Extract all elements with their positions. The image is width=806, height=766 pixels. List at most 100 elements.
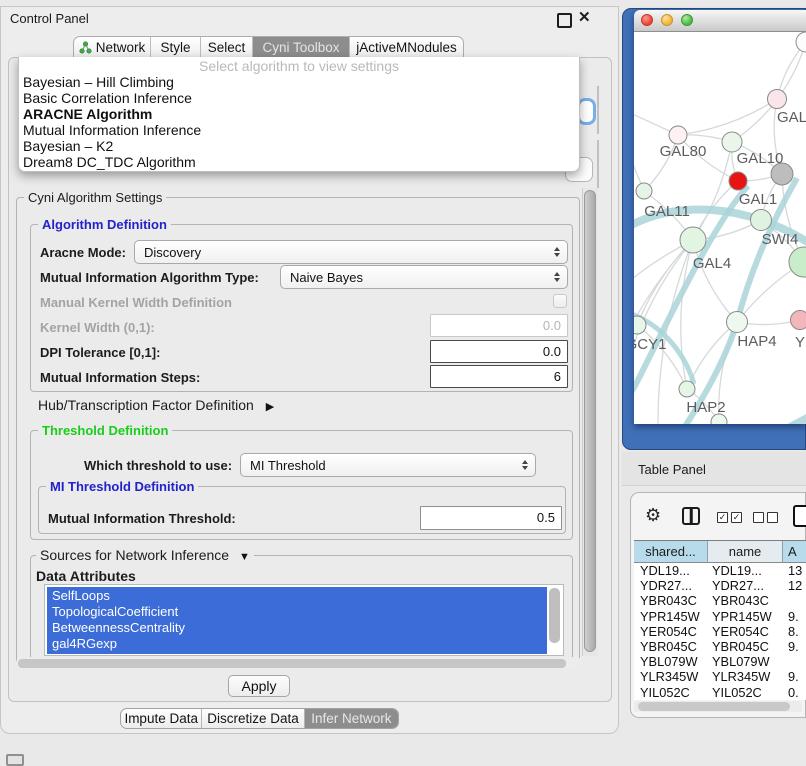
- network-edge[interactable]: [693, 240, 737, 322]
- tab-discretize-data[interactable]: Discretize Data: [202, 709, 304, 728]
- tab-style[interactable]: Style: [151, 37, 201, 58]
- table-row[interactable]: YLR345WYLR345W9.: [634, 669, 806, 684]
- table-row[interactable]: YIL052CYIL052C0.: [634, 685, 806, 700]
- columns-icon[interactable]: [682, 507, 700, 525]
- gear-icon[interactable]: ⚙: [645, 505, 661, 526]
- deselect-all-checkbox-icon[interactable]: [753, 512, 764, 523]
- network-edge-thick[interactable]: [750, 412, 806, 424]
- float-window-icon[interactable]: [557, 13, 572, 28]
- network-titlebar[interactable]: [634, 10, 806, 32]
- tab-jactivemnodules[interactable]: jActiveMNodules: [350, 37, 463, 58]
- list-scrollbar-thumb[interactable]: [549, 588, 560, 643]
- attribute-item[interactable]: gal4RGexp: [47, 636, 185, 652]
- tab-cyni-toolbox[interactable]: Cyni Toolbox: [253, 37, 350, 58]
- node-label: GAL11: [644, 203, 690, 220]
- dpi-tolerance-label: DPI Tolerance [0,1]:: [40, 345, 160, 360]
- close-traffic-light-icon[interactable]: [641, 14, 653, 26]
- column-header[interactable]: shared...: [634, 541, 708, 562]
- control-panel-tabbar: Network Style Select Cyni Toolbox jActiv…: [73, 36, 464, 58]
- table-row[interactable]: YPR145WYPR145W9.: [634, 609, 806, 624]
- table-row[interactable]: YER054CYER054C8.: [634, 624, 806, 639]
- attribute-item[interactable]: TopologicalCoefficient: [47, 604, 185, 620]
- tab-select[interactable]: Select: [201, 37, 253, 58]
- algorithm-option[interactable]: Mutual Information Inference: [19, 122, 579, 138]
- sources-expander[interactable]: Sources for Network Inference ▼: [36, 547, 254, 563]
- mi-threshold-field[interactable]: 0.5: [420, 506, 562, 530]
- manual-kernel-checkbox[interactable]: [553, 294, 567, 308]
- attribute-item[interactable]: SelfLoops: [47, 588, 185, 604]
- node-label: SWI4: [762, 231, 799, 248]
- algorithm-option[interactable]: Bayesian – K2: [19, 138, 579, 154]
- mi-type-combobox[interactable]: Naive Bayes: [280, 265, 568, 289]
- network-node[interactable]: [680, 227, 706, 253]
- aracne-mode-combobox[interactable]: Discovery: [134, 240, 568, 264]
- table-row[interactable]: YBR043CYBR043C: [634, 593, 806, 608]
- network-node[interactable]: [722, 132, 742, 152]
- table-hscrollbar-thumb[interactable]: [638, 702, 790, 711]
- algorithm-option[interactable]: Bayesian – Hill Climbing: [19, 74, 579, 90]
- mi-threshold-definition-title: MI Threshold Definition: [46, 479, 198, 494]
- table-cell: YDR27...: [708, 578, 783, 593]
- combo-arrows-icon: [522, 460, 528, 470]
- mi-threshold-label: Mutual Information Threshold:: [48, 511, 236, 526]
- table-cell: YDR27...: [634, 578, 708, 593]
- select-all-checkbox-icon[interactable]: ✓: [717, 512, 728, 523]
- network-node[interactable]: [796, 32, 806, 52]
- network-node[interactable]: [727, 312, 748, 333]
- zoom-traffic-light-icon[interactable]: [681, 14, 693, 26]
- settings-vscrollbar-thumb[interactable]: [584, 190, 596, 652]
- dpi-tolerance-field[interactable]: 0.0: [430, 340, 568, 363]
- hidden-groupbox-border: [597, 86, 599, 134]
- table-row[interactable]: YBR045CYBR045C9.: [634, 639, 806, 654]
- tab-impute-data[interactable]: Impute Data: [121, 709, 202, 728]
- deselect-all-checkbox-icon[interactable]: [767, 512, 778, 523]
- settings-hscrollbar-thumb[interactable]: [18, 659, 566, 668]
- network-node[interactable]: [636, 183, 652, 199]
- table-cell: YER054C: [708, 624, 783, 639]
- network-node[interactable]: [751, 210, 772, 231]
- tab-infer-network[interactable]: Infer Network: [305, 709, 398, 728]
- mi-type-label: Mutual Information Algorithm Type:: [40, 270, 259, 285]
- table-panel-title: Table Panel: [638, 462, 706, 477]
- network-node[interactable]: [789, 247, 806, 277]
- network-node[interactable]: [679, 381, 695, 397]
- column-header[interactable]: name: [708, 541, 783, 562]
- mi-steps-field[interactable]: 6: [430, 365, 568, 388]
- algorithm-option[interactable]: Basic Correlation Inference: [19, 90, 579, 106]
- apply-button[interactable]: Apply: [228, 675, 290, 697]
- which-threshold-value: MI Threshold: [250, 458, 326, 473]
- mi-type-value: Naive Bayes: [290, 270, 363, 285]
- kernel-width-field[interactable]: 0.0: [430, 314, 568, 337]
- node-label: GAL: [777, 109, 806, 126]
- network-node[interactable]: [791, 311, 806, 330]
- table-cell: YER054C: [634, 624, 708, 639]
- minimized-panel-icon[interactable]: [6, 754, 24, 766]
- network-node[interactable]: [768, 90, 787, 109]
- table-row[interactable]: YDR27...YDR27...12: [634, 578, 806, 593]
- table-row[interactable]: YDL19...YDL19...13: [634, 563, 806, 578]
- attribute-items: SelfLoopsTopologicalCoefficientBetweenne…: [47, 588, 185, 652]
- select-all-checkbox-icon[interactable]: ✓: [731, 512, 742, 523]
- table-cell: YLR345W: [708, 669, 783, 684]
- algorithm-option[interactable]: Dream8 DC_TDC Algorithm: [19, 154, 579, 170]
- mi-steps-label: Mutual Information Steps:: [40, 370, 200, 385]
- table-header[interactable]: shared...nameA: [634, 540, 806, 563]
- column-header[interactable]: A: [783, 541, 806, 562]
- minimize-traffic-light-icon[interactable]: [661, 14, 673, 26]
- tab-network[interactable]: Network: [74, 37, 151, 58]
- close-icon[interactable]: ✕: [578, 8, 591, 26]
- control-panel-title: Control Panel: [10, 11, 89, 26]
- manual-kernel-label: Manual Kernel Width Definition: [40, 295, 232, 310]
- node-table: shared...nameA YDL19...YDL19...13YDR27..…: [634, 540, 806, 712]
- hub-definition-expander[interactable]: Hub/Transcription Factor Definition ▶: [38, 397, 274, 413]
- attribute-item[interactable]: BetweennessCentrality: [47, 620, 185, 636]
- network-node[interactable]: [669, 126, 687, 144]
- aracne-mode-value: Discovery: [144, 245, 201, 260]
- document-icon[interactable]: [793, 505, 806, 527]
- network-node[interactable]: [729, 172, 747, 190]
- data-attributes-list[interactable]: SelfLoopsTopologicalCoefficientBetweenne…: [44, 584, 564, 656]
- network-canvas[interactable]: GALGAL80GAL10GAL1GAL11SWI4GAL4HAP4YGCY1H…: [634, 32, 806, 424]
- algorithm-option[interactable]: ARACNE Algorithm: [19, 106, 579, 122]
- table-row[interactable]: YBL079WYBL079W: [634, 654, 806, 669]
- which-threshold-combobox[interactable]: MI Threshold: [240, 453, 536, 477]
